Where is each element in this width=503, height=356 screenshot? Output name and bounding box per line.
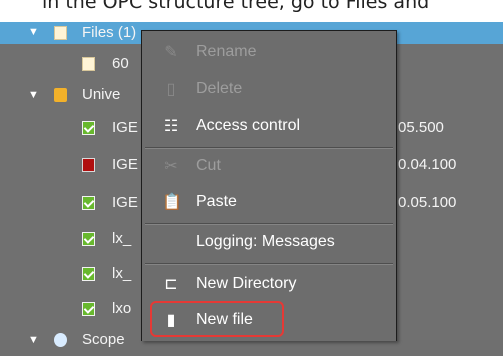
clipboard-icon: 📋: [162, 194, 182, 211]
menu-item-paste[interactable]: 📋 Paste: [142, 189, 396, 217]
menu-item-delete[interactable]: ▯ Delete: [142, 76, 396, 104]
context-menu[interactable]: ✎ Rename ▯ Delete ☷ Access control ✂ Cut…: [141, 30, 397, 341]
menu-separator: [145, 223, 393, 225]
menu-separator: [145, 263, 393, 265]
file-icon: [82, 57, 95, 71]
checked-status-icon: [82, 267, 95, 281]
trash-icon: ▯: [166, 81, 176, 98]
checked-status-icon: [82, 196, 95, 210]
tree-node-value: 0.05.100: [398, 194, 457, 211]
menu-item-cut[interactable]: ✂ Cut: [142, 153, 396, 181]
menu-item-label: Cut: [196, 157, 221, 174]
menu-item-rename[interactable]: ✎ Rename: [142, 39, 396, 67]
checked-status-icon: [82, 232, 95, 246]
checked-status-icon: [82, 302, 95, 316]
folder-icon: [54, 88, 67, 102]
access-list-icon: ☷: [163, 118, 179, 135]
caption-text: in the OPC structure tree, go to Files a…: [42, 0, 430, 13]
instruction-caption: in the OPC structure tree, go to Files a…: [0, 0, 503, 22]
tree-node-label: lxo: [112, 300, 132, 317]
menu-separator: [145, 147, 393, 149]
menu-item-label: Paste: [196, 193, 237, 210]
menu-item-logging[interactable]: Logging: Messages: [142, 229, 396, 257]
error-status-icon: [82, 158, 95, 172]
tree-node-label: 60: [112, 55, 129, 72]
highlight-box: [150, 301, 284, 337]
menu-item-new-directory[interactable]: ⊏ New Directory: [142, 271, 396, 299]
menu-item-label: Access control: [196, 117, 301, 134]
sphere-icon: [54, 333, 67, 347]
checked-status-icon: [82, 121, 95, 135]
menu-item-label: Delete: [196, 80, 243, 97]
tree-node-value: 05.500: [398, 119, 444, 136]
tree-node-label: IGE: [112, 156, 138, 173]
tree-node-label: Files (1): [82, 24, 137, 41]
pencil-icon: ✎: [164, 44, 178, 61]
scissors-icon: ✂: [164, 158, 178, 175]
new-folder-icon: ⊏: [164, 276, 178, 293]
expand-arrow-icon[interactable]: ▼: [28, 89, 39, 101]
tree-node-label: IGE: [112, 119, 138, 136]
file-icon: [54, 26, 67, 40]
menu-item-access-control[interactable]: ☷ Access control: [142, 113, 396, 141]
menu-item-label: Logging: Messages: [196, 233, 335, 250]
tree-node-value: 0.04.100: [398, 156, 457, 173]
tree-node-label: lx_: [112, 265, 132, 282]
tree-node-label: Unive: [82, 86, 121, 103]
tree-node-label: lx_: [112, 230, 132, 247]
menu-item-label: New Directory: [196, 275, 297, 292]
expand-arrow-icon[interactable]: ▼: [28, 26, 39, 38]
menu-item-label: Rename: [196, 43, 257, 60]
expand-arrow-icon[interactable]: ▼: [28, 334, 39, 346]
tree-node-label: IGE: [112, 194, 138, 211]
